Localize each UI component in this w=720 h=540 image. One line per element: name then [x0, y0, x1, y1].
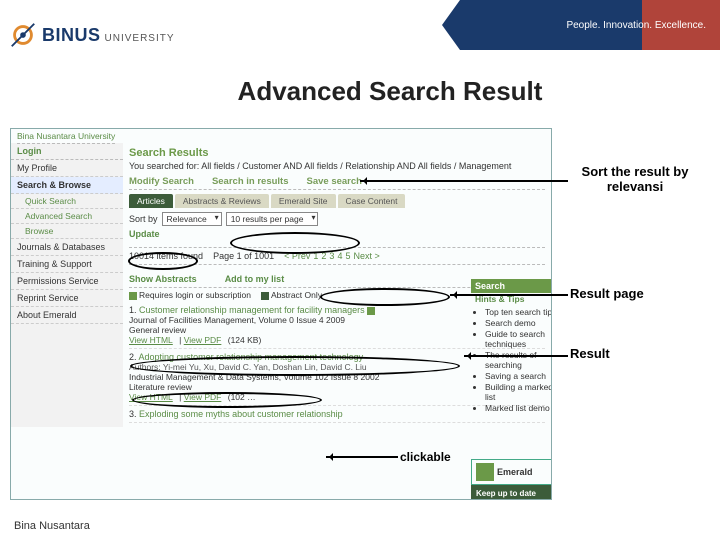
- binus-logo: BINUS UNIVERSITY: [8, 20, 175, 50]
- sidebar-sub-advanced[interactable]: Advanced Search: [11, 209, 123, 224]
- arrow-result: [464, 355, 568, 357]
- search-in-results-link[interactable]: Search in results: [212, 176, 289, 187]
- view-pdf-link[interactable]: View PDF: [184, 335, 222, 345]
- result-num: 1.: [129, 305, 137, 315]
- view-pdf-link[interactable]: View PDF: [184, 392, 222, 402]
- sidebar-item-permissions[interactable]: Permissions Service: [11, 273, 123, 290]
- right-column: Search Hints & Tips Top ten search tips …: [471, 279, 552, 414]
- hint-link[interactable]: Saving a search: [485, 371, 552, 381]
- result-num: 3.: [129, 409, 137, 419]
- searched-for: You searched for: All fields / Customer …: [129, 161, 545, 171]
- slide-footer: Bina Nusantara: [14, 520, 90, 532]
- save-search-link[interactable]: Save search: [307, 176, 362, 187]
- screenshot-frame: Bina Nusantara University Login My Profi…: [10, 128, 552, 500]
- pager-3[interactable]: 3: [329, 251, 334, 261]
- result-title[interactable]: Customer relationship management for fac…: [139, 305, 365, 315]
- hint-link[interactable]: Search demo: [485, 318, 552, 328]
- legend-req: Requires login or subscription: [139, 290, 251, 300]
- legend-req-icon: [129, 292, 137, 300]
- slide-banner: BINUS UNIVERSITY People. Innovation. Exc…: [0, 0, 720, 70]
- results-bar: 10014 items found Page 1 of 1001 < Prev …: [129, 247, 545, 265]
- slide-title: Advanced Search Result: [60, 76, 720, 107]
- pager-4[interactable]: 4: [337, 251, 342, 261]
- pager-1[interactable]: 1: [313, 251, 318, 261]
- badge-icon: [367, 307, 375, 315]
- result-tabs: Articles Abstracts & Reviews Emerald Sit…: [129, 194, 545, 208]
- newsletter-box[interactable]: Keep up to date with Emerald Join one of…: [471, 485, 552, 500]
- callout-click: clickable: [400, 450, 500, 464]
- file-size: (124 KB): [228, 335, 262, 345]
- result-title[interactable]: Adopting customer relationship managemen…: [139, 352, 364, 362]
- sidebar-sub-browse[interactable]: Browse: [11, 224, 123, 239]
- pager-prev[interactable]: < Prev: [284, 251, 310, 261]
- sidebar-sub-quick[interactable]: Quick Search: [11, 194, 123, 209]
- callout-page: Result page: [570, 286, 690, 301]
- left-sidebar: Login My Profile Search & Browse Quick S…: [11, 143, 123, 427]
- result-title[interactable]: Exploding some myths about customer rela…: [139, 409, 343, 419]
- hint-link[interactable]: The results of searching: [485, 350, 552, 370]
- pager-2[interactable]: 2: [321, 251, 326, 261]
- sidebar-item-reprint[interactable]: Reprint Service: [11, 290, 123, 307]
- pager-next[interactable]: Next >: [353, 251, 379, 261]
- callout-result: Result: [570, 346, 670, 361]
- sidebar-item-about[interactable]: About Emerald: [11, 307, 123, 324]
- hints-head: Search: [471, 279, 552, 293]
- brand-main: BINUS: [42, 25, 101, 46]
- pager-5[interactable]: 5: [345, 251, 350, 261]
- sort-line: Sort by Relevance 10 results per page: [129, 212, 545, 226]
- sidebar-item-journals[interactable]: Journals & Databases: [11, 239, 123, 256]
- view-html-link[interactable]: View HTML: [129, 392, 173, 402]
- modify-bar: Modify Search Search in results Save sea…: [129, 174, 545, 190]
- hint-link[interactable]: Marked list demo: [485, 403, 552, 413]
- sidebar-login[interactable]: Login: [11, 143, 123, 160]
- results-heading: Search Results: [129, 147, 545, 159]
- arrow-page: [450, 294, 568, 296]
- results-per-select[interactable]: 10 results per page: [226, 212, 319, 226]
- hint-link[interactable]: Guide to search techniques: [485, 329, 552, 349]
- tab-articles[interactable]: Articles: [129, 194, 173, 208]
- arrow-sort: [360, 180, 568, 182]
- pager: < Prev 1 2 3 4 5 Next >: [284, 251, 380, 261]
- tab-site[interactable]: Emerald Site: [271, 194, 336, 208]
- sidebar-item-search[interactable]: Search & Browse: [11, 177, 123, 194]
- sidebar-item-profile[interactable]: My Profile: [11, 160, 123, 177]
- sidebar-item-training[interactable]: Training & Support: [11, 256, 123, 273]
- count-label: 10014 items found: [129, 251, 203, 261]
- brand-sub: UNIVERSITY: [105, 33, 175, 44]
- legend-abs-icon: [261, 292, 269, 300]
- identity-label: Bina Nusantara University: [17, 131, 115, 144]
- callout-sort: Sort the result by relevansi: [570, 164, 700, 194]
- hint-link[interactable]: Top ten search tips: [485, 307, 552, 317]
- add-to-list-link[interactable]: Add to my list: [225, 274, 285, 284]
- result-num: 2.: [129, 352, 137, 362]
- news-title: Keep up to date with Emerald: [476, 489, 552, 500]
- view-html-link[interactable]: View HTML: [129, 335, 173, 345]
- banner-tagline: People. Innovation. Excellence.: [460, 0, 720, 50]
- legend-abs: Abstract Only: [271, 290, 322, 300]
- sort-label: Sort by: [129, 214, 158, 224]
- binus-logo-icon: [8, 20, 38, 50]
- show-abstracts-link[interactable]: Show Abstracts: [129, 274, 197, 284]
- update-button[interactable]: Update: [129, 229, 545, 239]
- tab-case[interactable]: Case Content: [338, 194, 406, 208]
- page-label: Page 1 of 1001: [213, 251, 274, 261]
- tab-abstracts[interactable]: Abstracts & Reviews: [175, 194, 269, 208]
- file-size: (102 …: [228, 392, 256, 402]
- hint-link[interactable]: Building a marked list: [485, 382, 552, 402]
- modify-search-link[interactable]: Modify Search: [129, 176, 194, 187]
- arrow-click: [326, 456, 398, 458]
- sort-select[interactable]: Relevance: [162, 212, 222, 226]
